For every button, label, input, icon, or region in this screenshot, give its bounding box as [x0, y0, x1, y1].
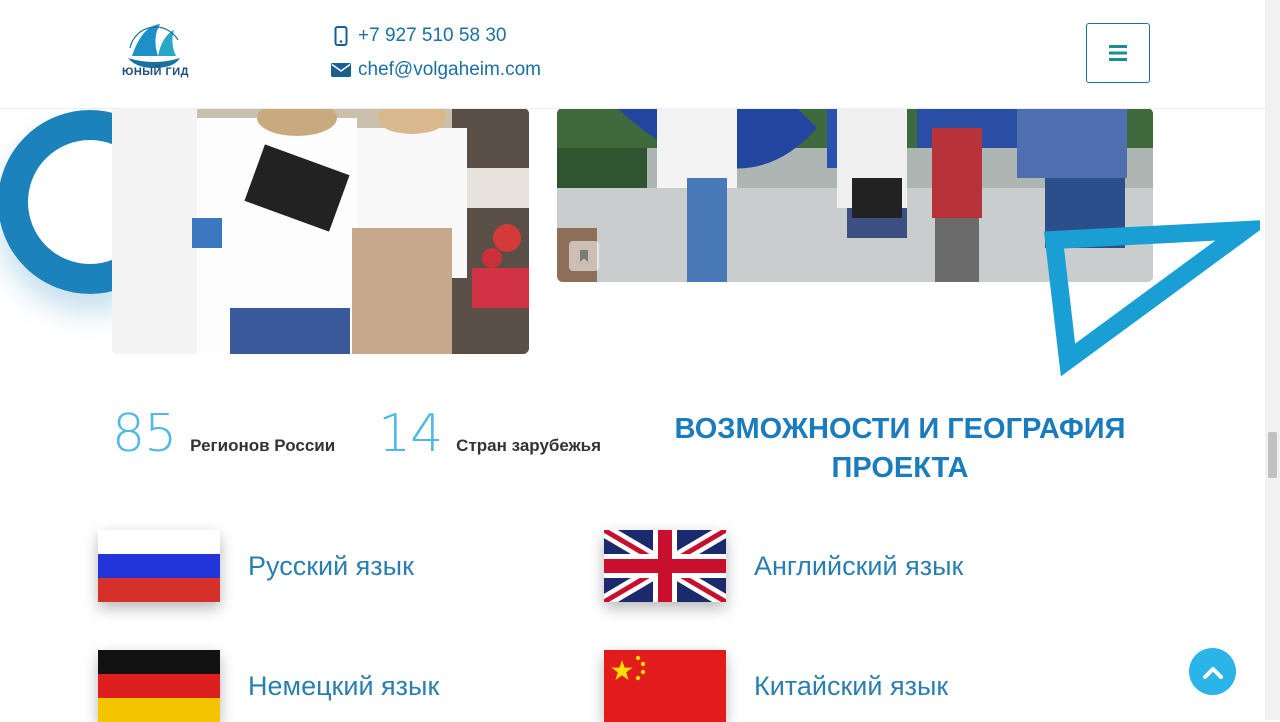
section-title-line-1: ВОЗМОЖНОСТИ И ГЕОГРАФИЯ [674, 413, 1126, 445]
stat-label: Регионов России [190, 436, 336, 455]
uk-flag-icon [604, 530, 726, 602]
section-title-line-2: ПРОЕКТА [831, 452, 969, 484]
language-label: Английский язык [754, 550, 964, 581]
russia-flag-icon [98, 530, 220, 602]
language-item-russian[interactable]: Русский язык [98, 530, 414, 602]
bookmark-icon [580, 250, 588, 262]
stat-regions: 85 Регионов России [112, 404, 336, 464]
envelope-icon [330, 62, 352, 78]
email-address: chef@volgaheim.com [358, 59, 541, 80]
chevron-up-icon [1202, 666, 1223, 679]
section-title: ВОЗМОЖНОСТИ И ГЕОГРАФИЯ ПРОЕКТА [640, 410, 1160, 488]
china-flag-icon [604, 650, 726, 722]
logo-caption: ЮНЫЙ ГИД [122, 66, 189, 78]
germany-flag-icon [98, 650, 220, 722]
language-item-english[interactable]: Английский язык [604, 530, 963, 602]
language-item-german[interactable]: Немецкий язык [98, 650, 439, 722]
site-header: ЮНЫЙ ГИД +7 927 510 58 30 chef@volgaheim… [0, 0, 1265, 109]
stat-countries: 14 Стран зарубежья [378, 404, 602, 464]
language-label: Китайский язык [754, 670, 949, 701]
gallery-photo-left[interactable] [112, 108, 529, 354]
language-label: Немецкий язык [248, 670, 440, 701]
language-label: Русский язык [248, 550, 414, 581]
language-item-chinese[interactable]: Китайский язык [604, 650, 948, 722]
phone-link[interactable]: +7 927 510 58 30 [330, 25, 506, 47]
stat-label: Стран зарубежья [456, 436, 602, 455]
phone-number: +7 927 510 58 30 [358, 25, 507, 46]
scrollbar-thumb[interactable] [1268, 432, 1277, 478]
page-scrollbar[interactable] [1265, 0, 1280, 720]
scroll-to-top-button[interactable] [1189, 648, 1236, 695]
decorative-triangle [1043, 220, 1260, 377]
email-link[interactable]: chef@volgaheim.com [330, 59, 541, 81]
bookmark-button[interactable] [569, 241, 599, 271]
stat-number: 14 [378, 404, 443, 464]
phone-icon [330, 26, 352, 46]
logo[interactable]: ЮНЫЙ ГИД [118, 18, 190, 82]
menu-button[interactable] [1086, 23, 1150, 83]
hamburger-icon [1109, 45, 1127, 61]
stat-number: 85 [112, 404, 177, 464]
photo-guides-with-clipboard [112, 108, 529, 354]
